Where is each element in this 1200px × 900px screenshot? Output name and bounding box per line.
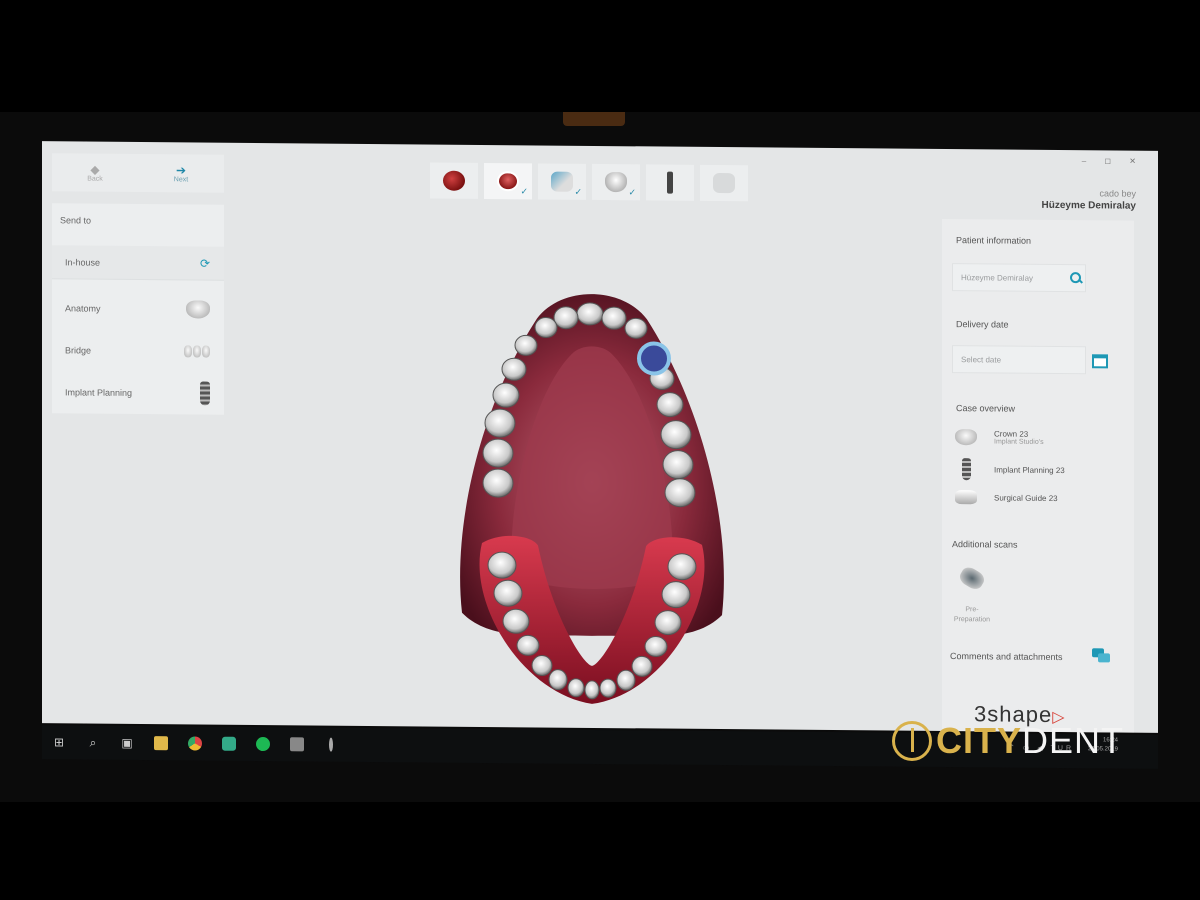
search-icon[interactable] <box>1070 272 1082 284</box>
send-to-anatomy[interactable]: Anatomy <box>52 291 224 327</box>
implant-icon <box>961 458 971 481</box>
back-arrow-icon: ◆ <box>90 162 100 177</box>
back-button[interactable]: ◆ Back <box>52 153 138 192</box>
citydent-watermark: CITY DENT <box>892 716 1124 766</box>
start-icon[interactable]: ⊞ <box>42 725 76 759</box>
additional-scans-title: Additional scans <box>952 539 1018 550</box>
send-to-bridge[interactable]: Bridge <box>52 333 224 369</box>
implant-icon <box>200 381 210 406</box>
step-scan[interactable]: ✓ <box>484 162 532 200</box>
case-item-label: Implant Planning 23 <box>994 464 1065 475</box>
chat-icon[interactable] <box>1092 648 1110 663</box>
crown-icon <box>605 172 627 193</box>
step-finish[interactable] <box>700 164 748 202</box>
patient-info-title: Patient information <box>956 235 1032 246</box>
next-button[interactable]: ➔ Next <box>138 154 224 193</box>
next-label: Next <box>173 175 189 183</box>
selected-tooth-marker <box>637 341 671 376</box>
webcam <box>563 112 625 126</box>
app-window: ◆ Back ➔ Next Send to In-house ⟳ Anatomy… <box>42 141 1158 733</box>
delivery-date-field[interactable]: Select date <box>952 345 1086 375</box>
task-view-icon[interactable]: ▣ <box>110 726 144 760</box>
case-item-surgical-guide[interactable]: Surgical Guide 23 <box>954 485 1134 511</box>
user-subtitle: cado bey <box>1099 188 1136 199</box>
patient-icon <box>443 170 465 191</box>
step-crown[interactable]: ✓ <box>592 163 640 201</box>
chrome-icon[interactable] <box>178 726 212 760</box>
crown-icon <box>955 429 977 446</box>
workflow-toolbar: ✓ ✓ ✓ <box>430 162 748 202</box>
case-item-label: Surgical Guide 23 <box>994 492 1058 503</box>
bridge-icon <box>184 345 210 358</box>
case-overview-title: Case overview <box>956 403 1016 414</box>
check-icon: ✓ <box>520 186 528 197</box>
case-panel: Patient information Hüzeyme Demiralay De… <box>942 218 1134 733</box>
patient-name-field[interactable]: Hüzeyme Demiralay <box>952 263 1086 293</box>
back-label: Back <box>87 175 103 183</box>
design-icon <box>551 171 573 192</box>
send-to-title: Send to <box>60 215 92 226</box>
pre-preparation-label: Pre-Preparation <box>953 606 991 624</box>
implant-planning-label: Implant Planning <box>65 387 133 398</box>
implant-icon <box>667 171 673 194</box>
case-item-sub: Implant Studio's <box>994 438 1044 446</box>
send-to-panel: Send to In-house ⟳ Anatomy Bridge Implan… <box>52 203 224 415</box>
nav-buttons: ◆ Back ➔ Next <box>52 153 224 193</box>
calendar-icon[interactable] <box>1092 354 1108 369</box>
window-controls[interactable]: – ◻ ✕ <box>1082 156 1144 166</box>
finish-icon <box>713 172 735 194</box>
step-patient[interactable] <box>430 162 478 199</box>
crown-icon <box>186 300 210 319</box>
user-name: Hüzeyme Demiralay <box>1041 199 1137 212</box>
send-to-in-house[interactable]: In-house ⟳ <box>52 245 224 281</box>
next-arrow-icon: ➔ <box>175 162 187 177</box>
app-icon[interactable] <box>212 727 246 761</box>
comments-label[interactable]: Comments and attachments <box>950 651 1063 662</box>
in-house-label: In-house <box>65 256 101 268</box>
bridge-label: Bridge <box>65 345 92 356</box>
calculator-icon[interactable] <box>280 727 314 761</box>
step-design[interactable]: ✓ <box>538 163 586 200</box>
jaw-viewport[interactable] <box>442 273 742 716</box>
search-icon[interactable]: ⌕ <box>76 725 110 759</box>
delivery-date-title: Delivery date <box>956 319 1009 330</box>
step-implant[interactable] <box>646 164 694 201</box>
case-item-label: Crown 23 <box>994 429 1029 439</box>
folder-icon[interactable] <box>144 726 178 760</box>
pre-preparation-icon[interactable] <box>957 564 987 593</box>
scan-icon <box>497 171 519 192</box>
spotify-icon[interactable] <box>246 727 280 761</box>
implant-app-icon[interactable] <box>314 728 348 762</box>
anatomy-label: Anatomy <box>65 303 101 314</box>
case-item-implant[interactable]: Implant Planning 23 <box>954 457 1134 483</box>
citydent-logo-icon <box>892 721 932 761</box>
send-to-implant-planning[interactable]: Implant Planning <box>52 375 224 411</box>
sync-icon: ⟳ <box>199 256 210 271</box>
surgical-guide-icon <box>955 490 977 505</box>
check-icon: ✓ <box>628 187 636 198</box>
case-item-crown[interactable]: Crown 23 Implant Studio's <box>954 425 1134 451</box>
check-icon: ✓ <box>574 186 582 197</box>
